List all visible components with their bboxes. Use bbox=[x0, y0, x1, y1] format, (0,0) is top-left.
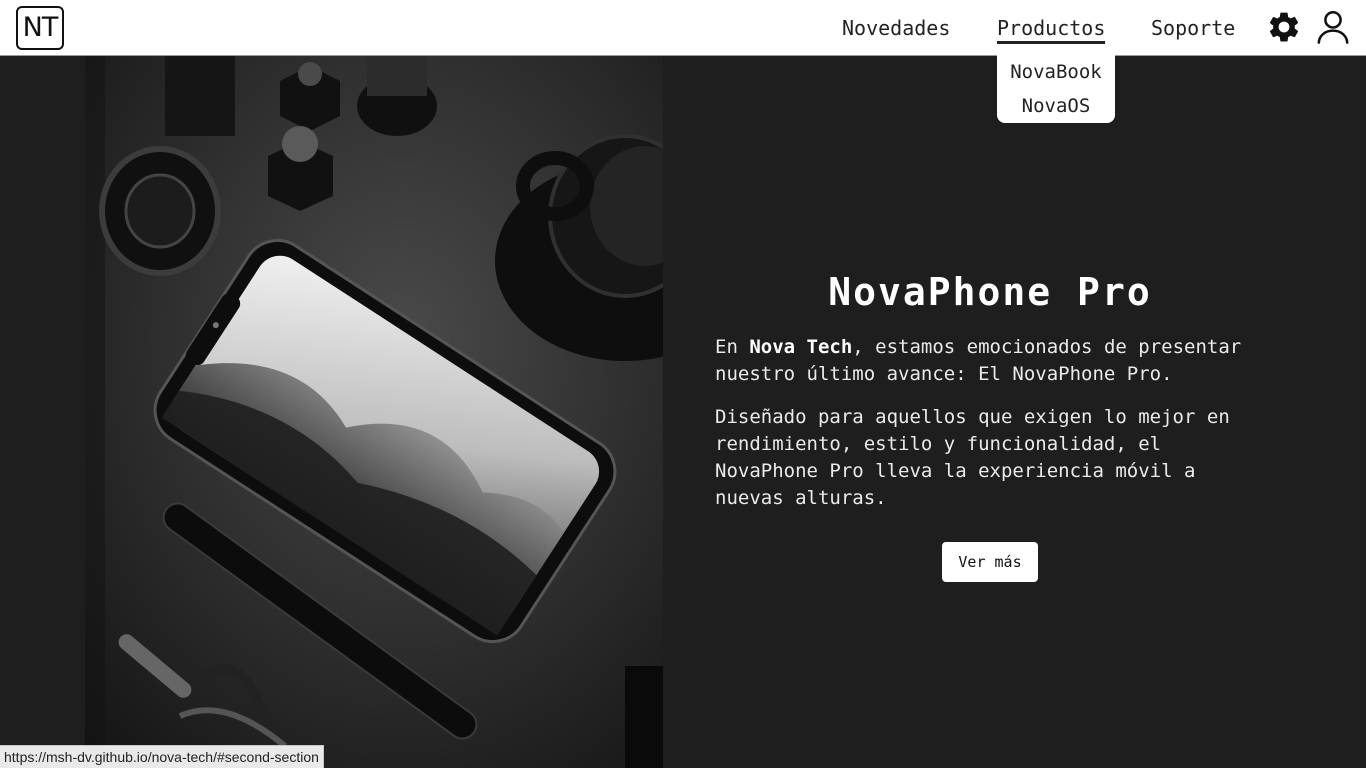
top-navbar: NT Novedades Productos Soporte bbox=[0, 0, 1366, 56]
hero-paragraph-1: En Nova Tech, estamos emocionados de pre… bbox=[715, 336, 1242, 385]
nav-link-soporte[interactable]: Soporte bbox=[1151, 15, 1235, 41]
user-icon[interactable] bbox=[1314, 8, 1352, 46]
dropdown-item-novabook[interactable]: NovaBook bbox=[997, 55, 1115, 89]
hero-paragraph-2: Diseñado para aquellos que exigen lo mej… bbox=[715, 406, 1230, 509]
nav-link-productos[interactable]: Productos bbox=[997, 15, 1106, 44]
ver-mas-button[interactable]: Ver más bbox=[942, 542, 1038, 582]
nav-link-novedades[interactable]: Novedades bbox=[842, 15, 950, 41]
gear-icon[interactable] bbox=[1266, 9, 1302, 45]
productos-dropdown: NovaBook NovaOS bbox=[997, 55, 1115, 123]
status-bar-url: https://msh-dv.github.io/nova-tech/#seco… bbox=[0, 745, 324, 768]
hero-title: NovaPhone Pro bbox=[828, 270, 1152, 314]
hero-content: NovaPhone Pro En Nova Tech, estamos emoc… bbox=[715, 270, 1265, 528]
hero-phone-image bbox=[85, 56, 663, 768]
dropdown-item-novaos[interactable]: NovaOS bbox=[997, 89, 1115, 123]
brand-name: Nova Tech bbox=[749, 336, 853, 358]
nt-logo[interactable]: NT bbox=[16, 6, 64, 50]
